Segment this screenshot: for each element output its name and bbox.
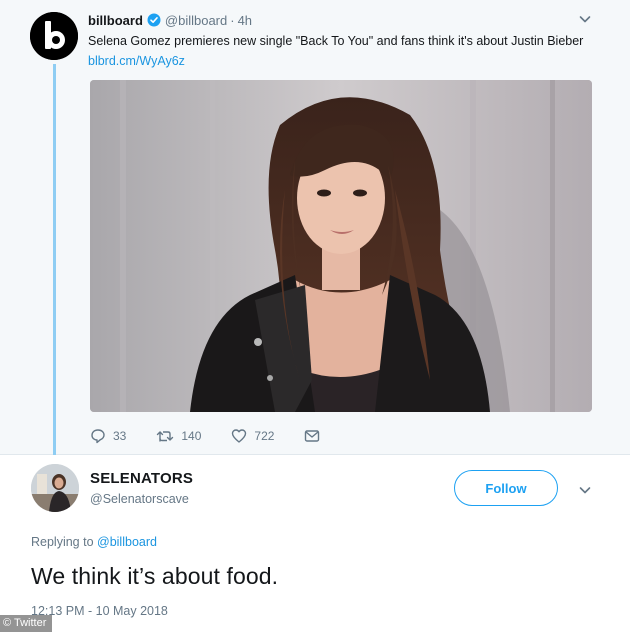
thread-connector-line — [53, 64, 56, 455]
twitter-watermark: © Twitter — [0, 615, 53, 632]
replying-to-line: Replying to @billboard — [31, 535, 157, 549]
reply-action[interactable]: 33 — [90, 428, 126, 444]
like-action[interactable]: 722 — [231, 428, 274, 444]
tweet-header: billboard @billboard · 4h — [88, 11, 252, 29]
follow-button[interactable]: Follow — [454, 470, 558, 506]
tweet-text: Selena Gomez premieres new single "Back … — [88, 31, 588, 71]
reply-count: 33 — [113, 429, 127, 443]
replying-to-mention[interactable]: @billboard — [97, 535, 157, 549]
retweet-count: 140 — [181, 429, 202, 443]
original-tweet[interactable]: billboard @billboard · 4h Selena Gomez p… — [0, 0, 630, 455]
reply-author-handle[interactable]: @Selenatorscave — [90, 492, 189, 506]
profile-photo — [31, 464, 79, 512]
selenators-avatar[interactable] — [31, 464, 79, 512]
message-action[interactable] — [304, 429, 327, 443]
verified-badge-icon — [147, 13, 161, 27]
tweet-body: Selena Gomez premieres new single "Back … — [88, 34, 584, 48]
tweet-time[interactable]: 4h — [238, 13, 252, 28]
author-handle[interactable]: @billboard — [165, 13, 227, 28]
chevron-down-icon[interactable] — [578, 483, 592, 497]
portrait-photo — [90, 80, 592, 412]
reply-text: We think it’s about food. — [31, 563, 279, 589]
tweet-actions: 33 140 722 — [90, 427, 357, 445]
billboard-logo-icon — [30, 12, 78, 60]
chevron-down-icon[interactable] — [578, 12, 592, 26]
reply-icon — [91, 429, 105, 444]
billboard-avatar[interactable] — [30, 12, 78, 60]
reply-author-name[interactable]: SELENATORS — [90, 470, 193, 487]
like-count: 722 — [254, 429, 275, 443]
author-name[interactable]: billboard — [88, 13, 143, 28]
separator-dot: · — [230, 12, 235, 28]
tweet-photo[interactable] — [90, 80, 592, 412]
retweet-action[interactable]: 140 — [156, 428, 201, 444]
heart-icon — [232, 429, 247, 443]
retweet-icon — [157, 431, 174, 442]
tweet-link[interactable]: blbrd.cm/WyAy6z — [88, 54, 185, 68]
envelope-icon — [305, 430, 320, 442]
replying-prefix: Replying to — [31, 535, 98, 549]
